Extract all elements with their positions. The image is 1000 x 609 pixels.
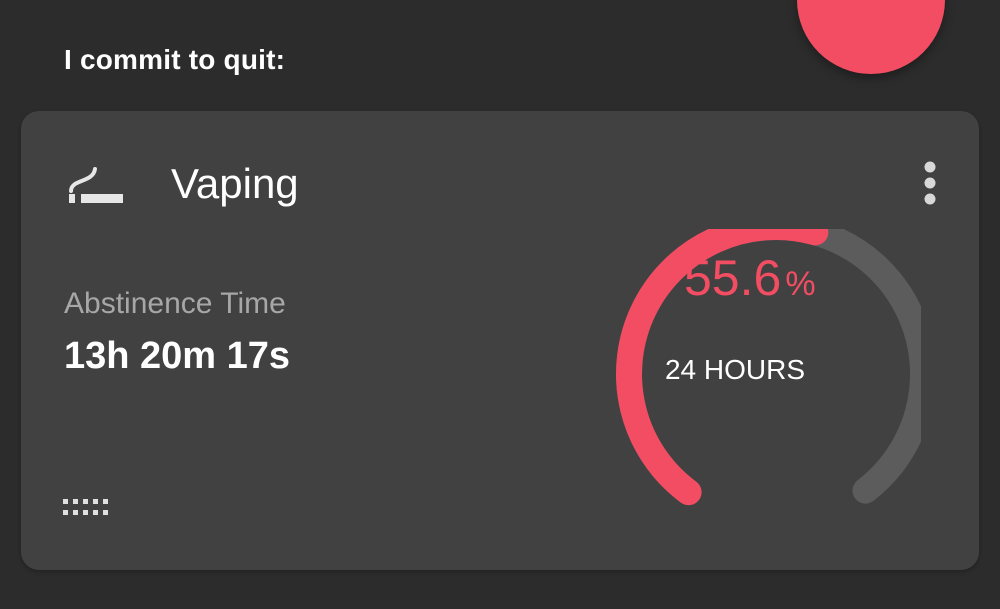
add-habit-button[interactable] (797, 0, 945, 74)
progress-value: 55.6 (684, 250, 782, 306)
drag-handle-icon[interactable] (61, 496, 111, 518)
section-title: I commit to quit: (64, 44, 286, 75)
more-vert-icon[interactable] (915, 159, 945, 207)
progress-percentage: 55.6% (684, 249, 844, 307)
habit-card[interactable]: Vaping Abstinence Time 13h 20m 17s (21, 111, 979, 570)
app-screen: I commit to quit: Vaping Abstinence Time… (0, 0, 1000, 609)
progress-caption: 24 HOURS (664, 354, 806, 385)
abstinence-time-value: 13h 20m 17s (64, 335, 291, 377)
habit-name: Vaping (171, 160, 299, 207)
smoking-icon (69, 167, 123, 203)
abstinence-time-label: Abstinence Time (64, 287, 286, 320)
plus-icon (797, 0, 945, 74)
progress-unit: % (785, 265, 816, 303)
